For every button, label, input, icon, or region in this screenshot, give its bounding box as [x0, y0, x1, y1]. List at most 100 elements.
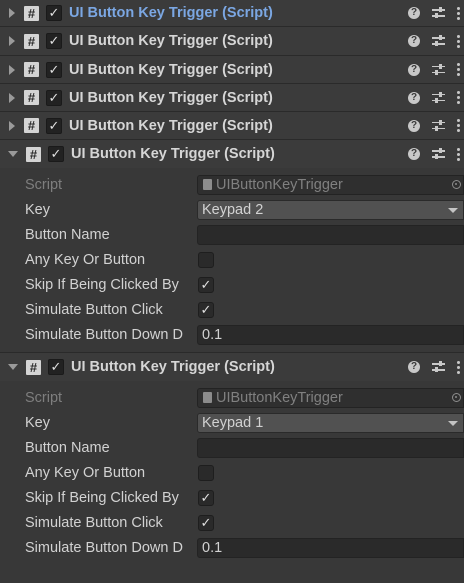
foldout-arrow-icon[interactable] [9, 36, 15, 46]
kebab-menu-icon[interactable] [457, 147, 460, 161]
button-name-row: Button Name [0, 222, 464, 247]
skip-row: Skip If Being Clicked By ✓ [0, 485, 464, 510]
kebab-menu-icon[interactable] [457, 63, 460, 76]
help-icon[interactable]: ? [408, 148, 420, 160]
component-header[interactable]: # ✓ UI Button Key Trigger (Script) ? [0, 0, 464, 26]
simulate-down-row: Simulate Button Down D 0.1 [0, 535, 464, 560]
script-file-icon [203, 178, 212, 190]
component-enabled-checkbox[interactable]: ✓ [46, 117, 62, 134]
component-header[interactable]: # ✓ UI Button Key Trigger (Script) ? [0, 26, 464, 55]
kebab-menu-icon[interactable] [457, 360, 460, 374]
component-enabled-checkbox[interactable]: ✓ [48, 359, 64, 375]
presets-icon[interactable] [432, 361, 445, 373]
component-header[interactable]: # ✓ UI Button Key Trigger (Script) ? [0, 55, 464, 83]
skip-label: Skip If Being Clicked By [25, 489, 179, 506]
simulate-click-row: Simulate Button Click ✓ [0, 297, 464, 322]
component-header[interactable]: # ✓ UI Button Key Trigger (Script) ? [0, 83, 464, 111]
help-icon[interactable]: ? [408, 361, 420, 373]
help-icon[interactable]: ? [408, 7, 420, 19]
component-header[interactable]: # ✓ UI Button Key Trigger (Script) ? [0, 111, 464, 139]
kebab-menu-icon[interactable] [457, 34, 460, 48]
component-enabled-checkbox[interactable]: ✓ [46, 33, 62, 49]
key-dropdown[interactable]: Keypad 1 [197, 412, 464, 433]
simulate-click-label: Simulate Button Click [25, 514, 163, 531]
component-enabled-checkbox[interactable]: ✓ [46, 5, 62, 21]
presets-icon[interactable] [432, 35, 445, 47]
component-title: UI Button Key Trigger (Script) [69, 117, 273, 134]
script-label: Script [25, 176, 63, 193]
presets-icon[interactable] [432, 148, 445, 160]
help-icon[interactable]: ? [408, 63, 420, 76]
component-title: UI Button Key Trigger (Script) [69, 33, 273, 49]
script-row: Script UIButtonKeyTrigger [0, 172, 464, 197]
script-hash-icon: # [24, 5, 39, 21]
component-header[interactable]: # ✓ UI Button Key Trigger (Script) ? [0, 352, 464, 381]
key-value: Keypad 1 [202, 414, 264, 431]
kebab-menu-icon[interactable] [457, 6, 460, 20]
component-header[interactable]: # ✓ UI Button Key Trigger (Script) ? [0, 139, 464, 168]
key-dropdown[interactable]: Keypad 2 [197, 199, 464, 220]
any-key-label: Any Key Or Button [25, 251, 146, 268]
script-hash-icon: # [24, 118, 39, 133]
dropdown-arrow-icon [448, 420, 458, 426]
simulate-click-checkbox[interactable]: ✓ [198, 514, 214, 531]
kebab-menu-icon[interactable] [457, 91, 460, 104]
script-value: UIButtonKeyTrigger [216, 389, 343, 406]
foldout-arrow-icon[interactable] [9, 92, 15, 103]
script-file-icon [203, 391, 212, 403]
button-name-input[interactable] [197, 224, 464, 245]
simulate-click-label: Simulate Button Click [25, 301, 163, 318]
component-enabled-checkbox[interactable]: ✓ [46, 61, 62, 78]
any-key-checkbox[interactable] [198, 464, 214, 481]
help-icon[interactable]: ? [408, 91, 420, 104]
script-row: Script UIButtonKeyTrigger [0, 385, 464, 410]
key-value: Keypad 2 [202, 201, 264, 218]
button-name-label: Button Name [25, 226, 110, 243]
foldout-arrow-icon[interactable] [9, 64, 15, 75]
script-object-field: UIButtonKeyTrigger [197, 387, 464, 408]
foldout-arrow-icon[interactable] [9, 120, 15, 131]
inspector-panel: # ✓ UI Button Key Trigger (Script) ? # ✓… [0, 0, 464, 567]
help-icon[interactable]: ? [408, 35, 420, 47]
component-enabled-checkbox[interactable]: ✓ [48, 146, 64, 162]
key-label: Key [25, 201, 50, 218]
script-value: UIButtonKeyTrigger [216, 176, 343, 193]
presets-icon[interactable] [432, 63, 445, 76]
skip-checkbox[interactable]: ✓ [198, 489, 214, 506]
object-picker-icon[interactable] [452, 392, 461, 402]
dropdown-arrow-icon [448, 207, 458, 213]
object-picker-icon[interactable] [452, 179, 461, 189]
any-key-row: Any Key Or Button [0, 460, 464, 485]
simulate-down-input[interactable]: 0.1 [197, 324, 464, 345]
kebab-menu-icon[interactable] [457, 119, 460, 132]
any-key-row: Any Key Or Button [0, 247, 464, 272]
skip-label: Skip If Being Clicked By [25, 276, 179, 293]
component-enabled-checkbox[interactable]: ✓ [46, 89, 62, 106]
key-row: Key Keypad 2 [0, 197, 464, 222]
simulate-down-label: Simulate Button Down D [25, 326, 183, 343]
button-name-input[interactable] [197, 437, 464, 458]
key-row: Key Keypad 1 [0, 410, 464, 435]
script-hash-icon: # [26, 359, 41, 375]
presets-icon[interactable] [432, 7, 445, 19]
script-object-field: UIButtonKeyTrigger [197, 174, 464, 195]
key-label: Key [25, 414, 50, 431]
help-icon[interactable]: ? [408, 119, 420, 132]
skip-row: Skip If Being Clicked By ✓ [0, 272, 464, 297]
button-name-label: Button Name [25, 439, 110, 456]
foldout-arrow-icon[interactable] [8, 151, 18, 157]
simulate-click-checkbox[interactable]: ✓ [198, 301, 214, 318]
presets-icon[interactable] [432, 119, 445, 132]
presets-icon[interactable] [432, 91, 445, 104]
any-key-checkbox[interactable] [198, 251, 214, 268]
component-body: Script UIButtonKeyTrigger Key Keypad 1 B… [0, 381, 464, 567]
foldout-arrow-icon[interactable] [9, 8, 15, 18]
foldout-arrow-icon[interactable] [8, 364, 18, 370]
script-hash-icon: # [24, 62, 39, 77]
skip-checkbox[interactable]: ✓ [198, 276, 214, 293]
simulate-down-input[interactable]: 0.1 [197, 537, 464, 558]
script-label: Script [25, 389, 63, 406]
script-hash-icon: # [24, 90, 39, 105]
component-title: UI Button Key Trigger (Script) [69, 5, 273, 21]
component-title: UI Button Key Trigger (Script) [71, 359, 275, 375]
